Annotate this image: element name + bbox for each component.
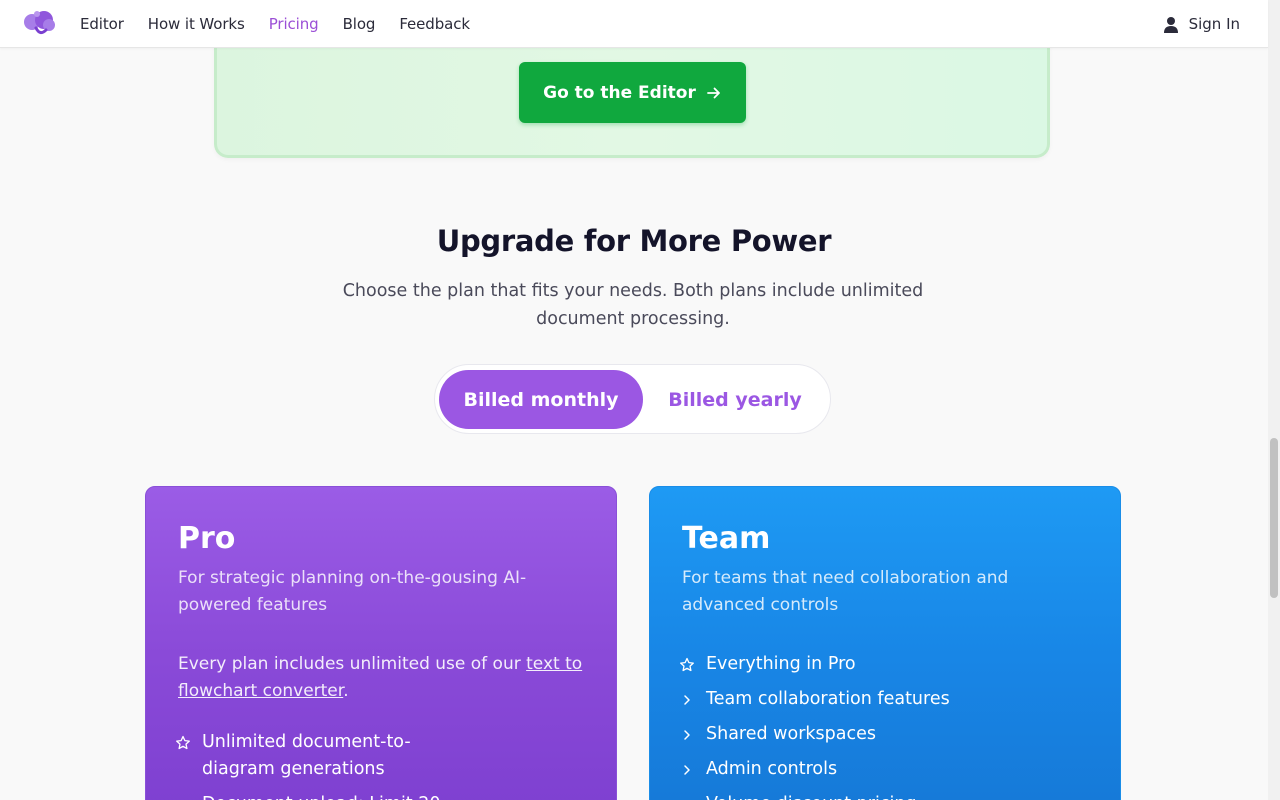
feature-text: Document upload: Limit 20 [202, 791, 441, 800]
chevron-right-icon [678, 791, 696, 800]
logo-icon[interactable] [22, 8, 58, 40]
feature-text: Unlimited document-to-diagram generation… [202, 732, 411, 779]
feature-text: Team collaboration features [706, 689, 950, 709]
billed-monthly-option[interactable]: Billed monthly [439, 370, 643, 429]
pricing-title: Upgrade for More Power [436, 224, 832, 258]
top-navbar: Editor How it Works Pricing Blog Feedbac… [0, 0, 1268, 48]
feature-item: Team collaboration features [678, 686, 1078, 713]
feature-text: Admin controls [706, 759, 838, 779]
star-icon [678, 651, 696, 678]
feature-item: Admin controls [678, 756, 1078, 783]
chevron-right-icon [678, 721, 696, 748]
feature-item: Document upload: Limit 20 [174, 791, 474, 800]
plan-description: For strategic planning on-the-gousing AI… [178, 568, 527, 615]
feature-item: Volume discount pricing [678, 791, 1078, 800]
billing-toggle: Billed monthly Billed yearly [434, 364, 831, 434]
chevron-right-icon [174, 791, 192, 800]
go-to-editor-button[interactable]: Go to the Editor [519, 62, 746, 123]
sign-in-button[interactable]: Sign In [1163, 0, 1240, 48]
plan-card-team: Team For teams that need collaboration a… [649, 486, 1121, 800]
feature-item: Shared workspaces [678, 721, 1078, 748]
feature-list: Unlimited document-to-diagram generation… [174, 729, 474, 800]
feature-text: Volume discount pricing [706, 791, 917, 800]
nav-link-pricing[interactable]: Pricing [269, 15, 319, 33]
go-to-editor-label: Go to the Editor [543, 82, 696, 103]
plan-note-prefix: Every plan includes unlimited use of our [178, 654, 527, 674]
chevron-right-icon [678, 756, 696, 783]
pricing-subtitle: Choose the plan that fits your needs. Bo… [342, 281, 924, 329]
feature-item: Unlimited document-to-diagram generation… [174, 729, 474, 783]
nav-link-editor[interactable]: Editor [80, 15, 124, 33]
plan-note-suffix: . [343, 681, 349, 701]
scrollbar-thumb[interactable] [1270, 438, 1278, 598]
feature-text: Everything in Pro [706, 654, 856, 674]
plan-note: Every plan includes unlimited use of our… [178, 651, 588, 705]
star-icon [174, 729, 192, 756]
page-scrollbar[interactable] [1268, 0, 1280, 800]
feature-list: Everything in Pro Team collaboration fea… [678, 651, 1078, 800]
plan-card-pro: Pro For strategic planning on-the-gousin… [145, 486, 617, 800]
nav-links: Editor How it Works Pricing Blog Feedbac… [80, 0, 494, 48]
plan-name: Team [682, 521, 771, 556]
plan-description: For teams that need collaboration and ad… [682, 568, 1009, 615]
feature-item: Everything in Pro [678, 651, 1078, 678]
user-icon [1163, 16, 1178, 33]
chevron-right-icon [678, 686, 696, 713]
nav-link-feedback[interactable]: Feedback [399, 15, 470, 33]
plan-name: Pro [178, 521, 236, 556]
billed-yearly-option[interactable]: Billed yearly [643, 370, 827, 429]
nav-link-how-it-works[interactable]: How it Works [148, 15, 245, 33]
sign-in-label: Sign In [1188, 15, 1240, 33]
arrow-right-icon [706, 85, 722, 101]
feature-text: Shared workspaces [706, 724, 876, 744]
nav-link-blog[interactable]: Blog [343, 15, 376, 33]
